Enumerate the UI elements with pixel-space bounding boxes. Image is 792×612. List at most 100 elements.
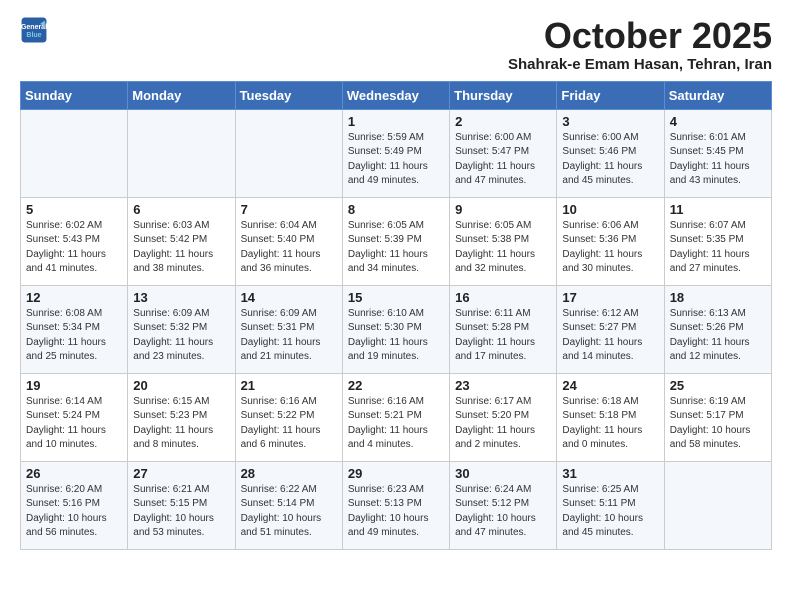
weekday-header-sunday: Sunday	[21, 81, 128, 109]
calendar-cell: 11 Sunrise: 6:07 AM Sunset: 5:35 PM Dayli…	[664, 197, 771, 285]
calendar-cell	[664, 461, 771, 549]
day-number: 31	[562, 466, 658, 481]
day-info: Sunrise: 6:24 AM Sunset: 5:12 PM Dayligh…	[455, 483, 551, 541]
day-number: 17	[562, 290, 658, 305]
calendar-cell: 16 Sunrise: 6:11 AM Sunset: 5:28 PM Dayli…	[450, 285, 557, 373]
day-info: Sunrise: 6:22 AM Sunset: 5:14 PM Dayligh…	[241, 483, 337, 541]
calendar-cell: 15 Sunrise: 6:10 AM Sunset: 5:30 PM Dayli…	[342, 285, 449, 373]
calendar-cell: 26 Sunrise: 6:20 AM Sunset: 5:16 PM Dayli…	[21, 461, 128, 549]
calendar-cell	[21, 109, 128, 197]
day-info: Sunrise: 6:12 AM Sunset: 5:27 PM Dayligh…	[562, 307, 658, 365]
calendar-cell: 8 Sunrise: 6:05 AM Sunset: 5:39 PM Daylig…	[342, 197, 449, 285]
day-number: 22	[348, 378, 444, 393]
calendar-page: General Blue October 2025 Shahrak-e Emam…	[0, 0, 792, 566]
day-number: 27	[133, 466, 229, 481]
day-info: Sunrise: 6:15 AM Sunset: 5:23 PM Dayligh…	[133, 395, 229, 453]
day-number: 18	[670, 290, 766, 305]
day-info: Sunrise: 6:03 AM Sunset: 5:42 PM Dayligh…	[133, 219, 229, 277]
calendar-cell: 28 Sunrise: 6:22 AM Sunset: 5:14 PM Dayli…	[235, 461, 342, 549]
calendar-cell: 7 Sunrise: 6:04 AM Sunset: 5:40 PM Daylig…	[235, 197, 342, 285]
calendar-cell: 19Sunrise: 6:14 AM Sunset: 5:24 PM Dayli…	[21, 373, 128, 461]
weekday-header-thursday: Thursday	[450, 81, 557, 109]
day-info: Sunrise: 6:02 AM Sunset: 5:43 PM Dayligh…	[26, 219, 122, 277]
weekday-header-monday: Monday	[128, 81, 235, 109]
day-number: 14	[241, 290, 337, 305]
day-info: Sunrise: 6:07 AM Sunset: 5:35 PM Dayligh…	[670, 219, 766, 277]
title-block: October 2025 Shahrak-e Emam Hasan, Tehra…	[508, 16, 772, 73]
day-number: 28	[241, 466, 337, 481]
day-number: 24	[562, 378, 658, 393]
svg-text:Blue: Blue	[26, 32, 41, 39]
day-number: 20	[133, 378, 229, 393]
calendar-cell: 5Sunrise: 6:02 AM Sunset: 5:43 PM Daylig…	[21, 197, 128, 285]
calendar-cell: 31Sunrise: 6:25 AM Sunset: 5:11 PM Dayli…	[557, 461, 664, 549]
calendar-cell	[128, 109, 235, 197]
day-info: Sunrise: 6:13 AM Sunset: 5:26 PM Dayligh…	[670, 307, 766, 365]
header: General Blue October 2025 Shahrak-e Emam…	[20, 16, 772, 73]
week-row-3: 12 Sunrise: 6:08 AM Sunset: 5:34 PM Dayli…	[21, 285, 772, 373]
weekday-header-row: SundayMondayTuesdayWednesdayThursdayFrid…	[21, 81, 772, 109]
day-number: 21	[241, 378, 337, 393]
day-info: Sunrise: 6:09 AM Sunset: 5:31 PM Dayligh…	[241, 307, 337, 365]
day-number: 15	[348, 290, 444, 305]
day-number: 11	[670, 202, 766, 217]
calendar-cell: 9 Sunrise: 6:05 AM Sunset: 5:38 PM Daylig…	[450, 197, 557, 285]
calendar-cell: 24 Sunrise: 6:18 AM Sunset: 5:18 PM Dayli…	[557, 373, 664, 461]
day-info: Sunrise: 6:18 AM Sunset: 5:18 PM Dayligh…	[562, 395, 658, 453]
day-number: 26	[26, 466, 122, 481]
day-info: Sunrise: 6:04 AM Sunset: 5:40 PM Dayligh…	[241, 219, 337, 277]
calendar-cell: 20 Sunrise: 6:15 AM Sunset: 5:23 PM Dayli…	[128, 373, 235, 461]
day-info: Sunrise: 6:16 AM Sunset: 5:21 PM Dayligh…	[348, 395, 444, 453]
day-info: Sunrise: 6:01 AM Sunset: 5:45 PM Dayligh…	[670, 131, 766, 189]
calendar-cell: 30 Sunrise: 6:24 AM Sunset: 5:12 PM Dayli…	[450, 461, 557, 549]
day-info: Sunrise: 6:05 AM Sunset: 5:38 PM Dayligh…	[455, 219, 551, 277]
day-info: Sunrise: 6:00 AM Sunset: 5:47 PM Dayligh…	[455, 131, 551, 189]
day-number: 7	[241, 202, 337, 217]
month-title: October 2025	[508, 16, 772, 56]
calendar-cell: 2Sunrise: 6:00 AM Sunset: 5:47 PM Daylig…	[450, 109, 557, 197]
day-number: 16	[455, 290, 551, 305]
day-info: Sunrise: 6:16 AM Sunset: 5:22 PM Dayligh…	[241, 395, 337, 453]
day-number: 29	[348, 466, 444, 481]
week-row-2: 5Sunrise: 6:02 AM Sunset: 5:43 PM Daylig…	[21, 197, 772, 285]
day-number: 1	[348, 114, 444, 129]
day-info: Sunrise: 6:05 AM Sunset: 5:39 PM Dayligh…	[348, 219, 444, 277]
day-number: 30	[455, 466, 551, 481]
location: Shahrak-e Emam Hasan, Tehran, Iran	[508, 56, 772, 73]
calendar-cell	[235, 109, 342, 197]
day-info: Sunrise: 6:23 AM Sunset: 5:13 PM Dayligh…	[348, 483, 444, 541]
day-number: 8	[348, 202, 444, 217]
calendar-cell: 1 Sunrise: 5:59 AM Sunset: 5:49 PM Daylig…	[342, 109, 449, 197]
day-number: 6	[133, 202, 229, 217]
calendar-cell: 25Sunrise: 6:19 AM Sunset: 5:17 PM Dayli…	[664, 373, 771, 461]
day-number: 3	[562, 114, 658, 129]
day-number: 10	[562, 202, 658, 217]
day-info: Sunrise: 6:08 AM Sunset: 5:34 PM Dayligh…	[26, 307, 122, 365]
calendar-table: SundayMondayTuesdayWednesdayThursdayFrid…	[20, 81, 772, 550]
day-info: Sunrise: 6:19 AM Sunset: 5:17 PM Dayligh…	[670, 395, 766, 453]
weekday-header-tuesday: Tuesday	[235, 81, 342, 109]
logo: General Blue	[20, 16, 48, 44]
calendar-cell: 6 Sunrise: 6:03 AM Sunset: 5:42 PM Daylig…	[128, 197, 235, 285]
day-info: Sunrise: 6:11 AM Sunset: 5:28 PM Dayligh…	[455, 307, 551, 365]
day-info: Sunrise: 5:59 AM Sunset: 5:49 PM Dayligh…	[348, 131, 444, 189]
day-info: Sunrise: 6:17 AM Sunset: 5:20 PM Dayligh…	[455, 395, 551, 453]
day-info: Sunrise: 6:09 AM Sunset: 5:32 PM Dayligh…	[133, 307, 229, 365]
week-row-5: 26 Sunrise: 6:20 AM Sunset: 5:16 PM Dayli…	[21, 461, 772, 549]
calendar-cell: 13 Sunrise: 6:09 AM Sunset: 5:32 PM Dayli…	[128, 285, 235, 373]
calendar-cell: 14 Sunrise: 6:09 AM Sunset: 5:31 PM Dayli…	[235, 285, 342, 373]
weekday-header-wednesday: Wednesday	[342, 81, 449, 109]
day-number: 12	[26, 290, 122, 305]
calendar-cell: 4Sunrise: 6:01 AM Sunset: 5:45 PM Daylig…	[664, 109, 771, 197]
day-number: 13	[133, 290, 229, 305]
day-info: Sunrise: 6:14 AM Sunset: 5:24 PM Dayligh…	[26, 395, 122, 453]
calendar-cell: 3Sunrise: 6:00 AM Sunset: 5:46 PM Daylig…	[557, 109, 664, 197]
day-info: Sunrise: 6:10 AM Sunset: 5:30 PM Dayligh…	[348, 307, 444, 365]
calendar-cell: 18 Sunrise: 6:13 AM Sunset: 5:26 PM Dayli…	[664, 285, 771, 373]
calendar-cell: 29 Sunrise: 6:23 AM Sunset: 5:13 PM Dayli…	[342, 461, 449, 549]
day-info: Sunrise: 6:06 AM Sunset: 5:36 PM Dayligh…	[562, 219, 658, 277]
logo-icon: General Blue	[20, 16, 48, 44]
day-info: Sunrise: 6:20 AM Sunset: 5:16 PM Dayligh…	[26, 483, 122, 541]
weekday-header-friday: Friday	[557, 81, 664, 109]
day-number: 9	[455, 202, 551, 217]
